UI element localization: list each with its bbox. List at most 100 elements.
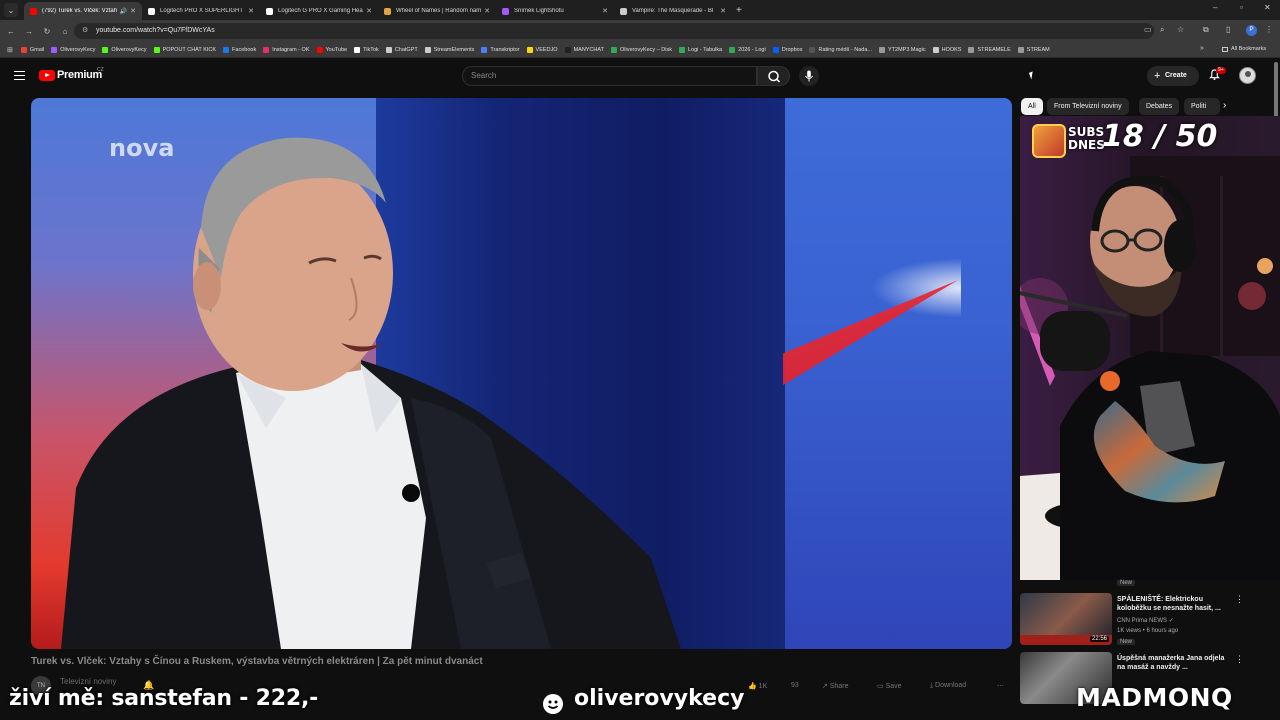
save-button[interactable]: ▭ Save (877, 682, 902, 690)
chip-politics[interactable]: Politi (1184, 98, 1220, 115)
reload-icon[interactable]: ↻ (40, 27, 54, 36)
like-button[interactable]: 👍 1K (748, 682, 767, 690)
tab-audio-icon[interactable]: 🔊 (120, 8, 127, 15)
tab-close-icon[interactable]: ✕ (130, 7, 136, 15)
social-handle-overlay: oliverovykecy (574, 686, 745, 711)
bookmark-item[interactable]: Transkriptor (481, 46, 520, 53)
rec-menu-icon-2[interactable]: ⋮ (1235, 654, 1244, 665)
tab-search-icon[interactable]: ⌄ (4, 3, 18, 17)
browser-tab[interactable]: Logitech G PRO X Gaming Hea ✕ (260, 2, 378, 20)
bookmark-item[interactable]: Instagram - OK (263, 46, 310, 53)
extensions-icon[interactable]: ⧉ (1203, 25, 1209, 35)
country-code: CZ (97, 67, 104, 73)
bookmark-icon (481, 46, 488, 53)
browser-tab[interactable]: (792) Turek vs. Vlček: Vztah 🔊 ✕ (24, 2, 142, 20)
bookmark-item[interactable]: OliverovyKecy (102, 46, 147, 53)
bookmark-label: 2026 - Logi (738, 46, 766, 53)
chip-from-channel[interactable]: From Televizní noviny (1047, 98, 1129, 115)
bookmark-item[interactable]: 2026 - Logi (729, 46, 766, 53)
new-tab-button[interactable]: + (736, 5, 742, 16)
rec-thumbnail[interactable]: 22:56 (1020, 593, 1112, 645)
bookmark-item[interactable]: Rating médií - Nada... (809, 46, 872, 53)
bookmark-star-icon[interactable]: ☆ (1177, 25, 1184, 34)
bookmark-item[interactable]: VEEDJO (526, 46, 558, 53)
search-input[interactable]: Search (462, 66, 757, 86)
bookmark-item[interactable]: YT2MP3 Magic (878, 46, 926, 53)
share-button[interactable]: ↗ Share (822, 682, 849, 690)
close-window-icon[interactable]: ✕ (1264, 3, 1271, 12)
bookmark-item[interactable]: POPOUT CHAT KICK (153, 46, 217, 53)
site-info-icon[interactable]: ⚙ (82, 23, 88, 39)
sidebar-icon[interactable]: ▯ (1226, 25, 1230, 34)
home-icon[interactable]: ⌂ (58, 27, 72, 36)
rec-title-2[interactable]: Úspěšná manažerka Jana odjela na masáž a… (1117, 654, 1229, 672)
download-button[interactable]: ⤓ Download (930, 682, 966, 690)
bookmark-item[interactable]: Logi - Tabulka (679, 46, 722, 53)
bookmark-item[interactable]: STREAM (1017, 46, 1050, 53)
minimize-icon[interactable]: – (1213, 3, 1217, 12)
tab-title: Logitech G PRO X Gaming Hea (278, 8, 363, 14)
browser-tab[interactable]: Wheel of Names | Random nam ✕ (378, 2, 496, 20)
bookmark-item[interactable]: MANYCHAT (564, 46, 604, 53)
bookmark-item[interactable]: ChatGPT (385, 46, 418, 53)
microphone-icon (805, 70, 813, 82)
bookmark-icon (20, 46, 27, 53)
bookmark-item[interactable]: Gmail (20, 46, 44, 53)
tab-close-icon[interactable]: ✕ (484, 7, 490, 15)
youtube-logo-icon[interactable] (39, 70, 55, 81)
bookmark-icon (385, 46, 392, 53)
voice-search-button[interactable] (799, 66, 819, 86)
menu-kebab-icon[interactable]: ⋮ (1265, 25, 1273, 34)
bookmark-icon (772, 46, 779, 53)
tab-close-icon[interactable]: ✕ (720, 7, 726, 15)
youtube-logo-text[interactable]: Premium (57, 69, 102, 81)
apps-icon[interactable]: ⊞ (7, 46, 13, 54)
guide-menu-icon[interactable] (14, 71, 25, 80)
bookmark-item[interactable]: Dropbox (772, 46, 802, 53)
tab-favicon-icon (620, 7, 627, 15)
browser-tab[interactable]: Vampire: The Masquerade - Bl ✕ (614, 2, 732, 20)
bookmark-item[interactable]: STREAMELE (968, 46, 1011, 53)
search-placeholder: Search (471, 71, 497, 80)
bookmark-label: Facebook (232, 46, 257, 53)
browser-tab[interactable]: Logitech PRO X SUPERLIGHT 2 ✕ (142, 2, 260, 20)
zoom-icon[interactable]: ⌕ (1160, 25, 1164, 35)
bookmark-item[interactable]: OliverovyKecy (51, 46, 95, 53)
video-title: Turek vs. Vlček: Vztahy s Čínou a Ruskem… (31, 656, 483, 667)
chip-all[interactable]: All (1021, 98, 1043, 115)
search-button[interactable] (757, 66, 790, 86)
bookmark-item[interactable]: OliverovyKecy – Disk (611, 46, 672, 53)
create-button[interactable]: + Create (1147, 66, 1199, 86)
chip-debates[interactable]: Debates (1139, 98, 1180, 115)
rec-menu-icon[interactable]: ⋮ (1235, 594, 1244, 605)
maximize-icon[interactable]: ▫ (1240, 3, 1243, 12)
chips-next-icon[interactable]: › (1223, 100, 1226, 111)
video-player[interactable]: nova (31, 98, 1012, 649)
channel-name[interactable]: Televizní noviny (60, 677, 116, 686)
tab-close-icon[interactable]: ✕ (602, 7, 608, 15)
bookmark-label: POPOUT CHAT KICK (162, 46, 217, 53)
bookmark-item[interactable]: Facebook (223, 46, 257, 53)
bookmark-item[interactable]: StreamElements (424, 46, 474, 53)
bookmark-item[interactable]: TikTok (354, 46, 379, 53)
address-bar[interactable]: ⚙ youtube.com/watch?v=Qu7FfDWcYAs (74, 23, 1154, 39)
back-icon[interactable]: ← (4, 27, 18, 36)
profile-avatar[interactable]: P (1246, 25, 1257, 36)
create-label: Create (1165, 72, 1187, 79)
more-bookmarks-icon[interactable]: » (1200, 45, 1204, 52)
rec-title[interactable]: SPÁLENIŠTĚ: Elektrickou koloběžku se nes… (1117, 595, 1229, 613)
bookmark-icon (354, 46, 361, 53)
bookmark-item[interactable]: YouTube (316, 46, 347, 53)
more-actions-icon[interactable]: ⋯ (997, 682, 1004, 690)
bookmark-item[interactable]: HOOKS (932, 46, 961, 53)
account-avatar[interactable] (1239, 67, 1256, 84)
all-bookmarks[interactable]: All Bookmarks (1222, 46, 1266, 52)
browser-tab[interactable]: Snímek Lightshotu ✕ (496, 2, 614, 20)
subs-label: SUBS DNES (1068, 125, 1105, 152)
tab-close-icon[interactable]: ✕ (366, 7, 372, 15)
cast-icon[interactable]: ▭ (1144, 25, 1152, 34)
tab-close-icon[interactable]: ✕ (248, 7, 254, 15)
forward-icon[interactable]: → (22, 27, 36, 36)
save-icon: ▭ (877, 683, 886, 690)
page-scrollbar[interactable] (1274, 62, 1278, 122)
